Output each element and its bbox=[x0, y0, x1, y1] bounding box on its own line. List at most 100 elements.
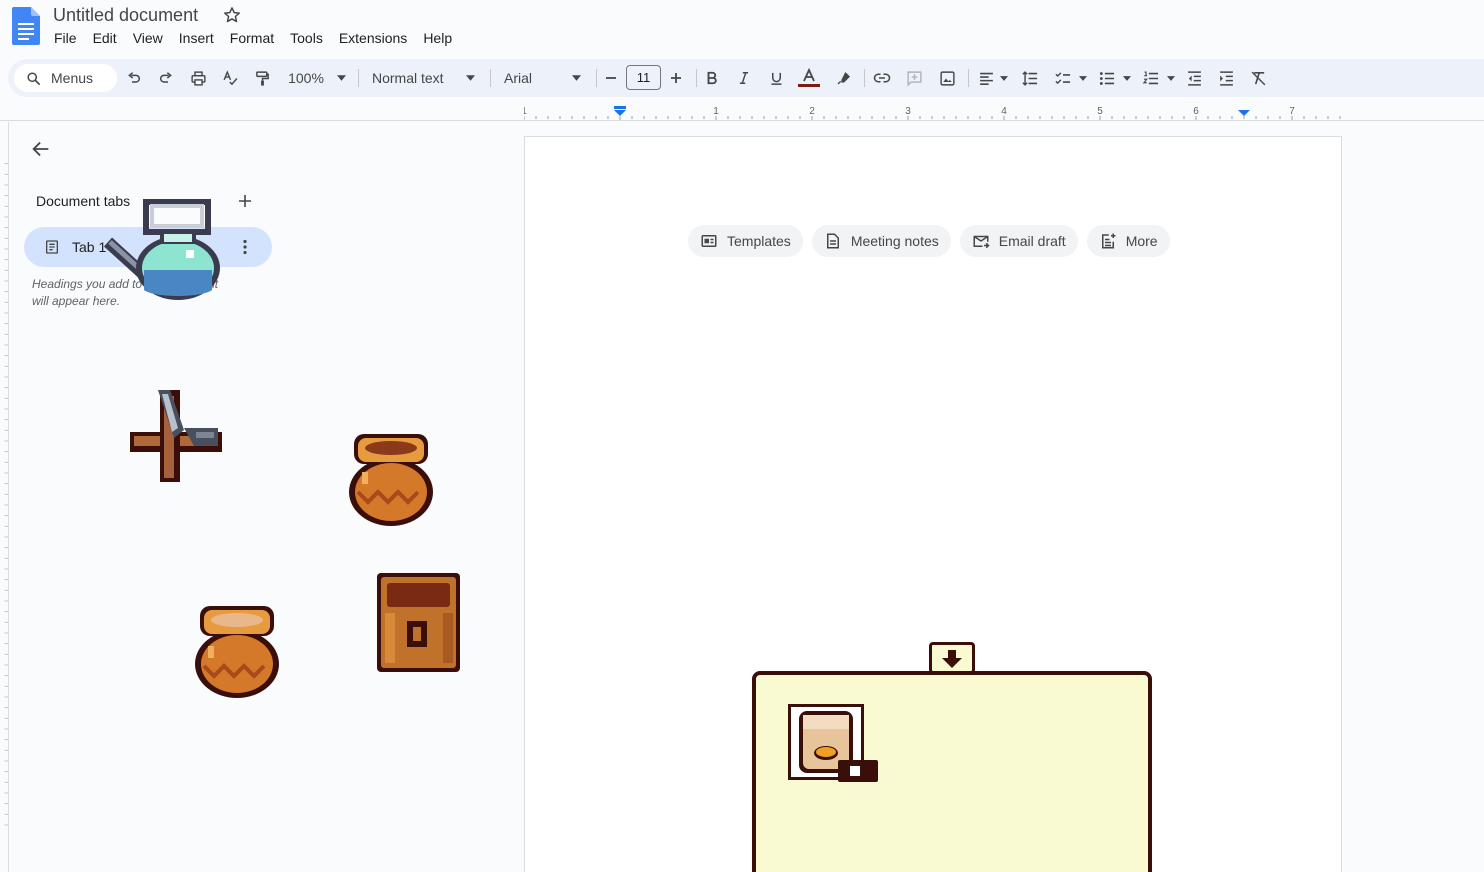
left-indent-marker bbox=[614, 110, 626, 116]
add-comment-button[interactable] bbox=[904, 59, 924, 97]
vertical-ruler[interactable] bbox=[0, 122, 9, 872]
clear-formatting-button[interactable] bbox=[1248, 59, 1268, 97]
templates-chip-label: Templates bbox=[727, 233, 791, 249]
caret-down-icon bbox=[1123, 75, 1131, 81]
checklist-dropdown-button[interactable] bbox=[1077, 59, 1089, 97]
underline-button[interactable] bbox=[766, 59, 786, 97]
spellcheck-button[interactable] bbox=[220, 59, 240, 97]
clay-pot-sprite[interactable] bbox=[194, 604, 280, 700]
caret-down-icon bbox=[465, 75, 475, 81]
insert-link-button[interactable] bbox=[872, 59, 892, 97]
clay-pot-sprite[interactable] bbox=[348, 432, 434, 528]
italic-icon bbox=[739, 72, 749, 84]
print-icon bbox=[190, 70, 206, 86]
toolbar: Menus 100% Normal text Arial 11 bbox=[8, 59, 1484, 97]
caret-down-icon bbox=[336, 75, 346, 81]
redo-button[interactable] bbox=[156, 59, 176, 97]
more-chip[interactable]: More bbox=[1086, 225, 1170, 257]
menu-bar: File Edit View Insert Format Tools Exten… bbox=[46, 28, 460, 48]
font-family-select[interactable]: Arial bbox=[504, 59, 544, 97]
increase-indent-button[interactable] bbox=[1216, 59, 1236, 97]
underline-icon bbox=[771, 72, 781, 85]
decrease-indent-button[interactable] bbox=[1184, 59, 1204, 97]
line-spacing-button[interactable] bbox=[1020, 59, 1040, 97]
caret-down-icon bbox=[1167, 75, 1175, 81]
ruler-border bbox=[0, 120, 1484, 121]
toolbar-divider bbox=[358, 69, 359, 87]
highlight-color-button[interactable] bbox=[834, 59, 854, 97]
line-spacing-icon bbox=[1022, 70, 1038, 86]
ruler-label: 1 bbox=[713, 106, 719, 117]
zoom-dropdown-button[interactable] bbox=[334, 59, 348, 97]
back-arrow-icon[interactable] bbox=[30, 138, 52, 160]
font-size-input[interactable]: 11 bbox=[626, 65, 661, 90]
document-title[interactable]: Untitled document bbox=[53, 5, 198, 26]
align-button[interactable] bbox=[976, 59, 996, 97]
document-icon bbox=[826, 233, 839, 249]
add-tab-icon[interactable] bbox=[236, 192, 254, 210]
toolbar-divider bbox=[596, 69, 597, 87]
zoom-select[interactable]: 100% bbox=[286, 59, 326, 97]
paragraph-style-select[interactable]: Normal text bbox=[372, 59, 452, 97]
ruler-label: 5 bbox=[1097, 106, 1103, 117]
caret-down-icon bbox=[1079, 75, 1087, 81]
link-icon bbox=[873, 73, 891, 83]
docs-logo-icon[interactable] bbox=[12, 7, 40, 45]
star-icon[interactable] bbox=[222, 5, 242, 25]
building-block-chips: Templates Meeting notes Email draft More bbox=[688, 225, 1170, 257]
watering-can-sprite[interactable] bbox=[102, 198, 224, 304]
ruler-label: 4 bbox=[1001, 106, 1007, 117]
horizontal-ruler[interactable]: 1 1 2 3 4 5 6 7 bbox=[524, 102, 1342, 120]
bold-button[interactable] bbox=[702, 59, 722, 97]
decrease-font-size-button[interactable] bbox=[603, 59, 619, 97]
increase-font-size-button[interactable] bbox=[668, 59, 684, 97]
text-color-button[interactable] bbox=[797, 59, 821, 97]
text-color-icon bbox=[798, 68, 820, 87]
document-icon bbox=[46, 240, 58, 254]
menu-edit[interactable]: Edit bbox=[85, 28, 125, 48]
bulleted-list-icon bbox=[1099, 71, 1115, 85]
more-vert-icon[interactable] bbox=[236, 238, 254, 256]
undo-icon bbox=[128, 72, 140, 83]
menu-extensions[interactable]: Extensions bbox=[331, 28, 415, 48]
undo-button[interactable] bbox=[124, 59, 144, 97]
insert-image-button[interactable] bbox=[937, 59, 957, 97]
bulleted-list-dropdown-button[interactable] bbox=[1121, 59, 1133, 97]
meeting-notes-chip[interactable]: Meeting notes bbox=[811, 225, 951, 257]
italic-button[interactable] bbox=[734, 59, 754, 97]
menus-search-button[interactable]: Menus bbox=[14, 64, 117, 92]
menu-help[interactable]: Help bbox=[415, 28, 460, 48]
email-draft-chip[interactable]: Email draft bbox=[959, 225, 1078, 257]
caret-down-icon bbox=[1000, 75, 1008, 81]
paint-format-button[interactable] bbox=[252, 59, 272, 97]
spellcheck-icon bbox=[222, 69, 237, 85]
menus-search-label: Menus bbox=[51, 70, 94, 86]
font-dropdown-button[interactable] bbox=[569, 59, 583, 97]
paint-format-icon bbox=[255, 70, 269, 86]
minus-icon bbox=[606, 77, 616, 79]
wooden-crate-sprite[interactable] bbox=[377, 573, 460, 672]
meeting-notes-chip-label: Meeting notes bbox=[850, 233, 939, 249]
align-dropdown-button[interactable] bbox=[998, 59, 1010, 97]
pickaxe-sprite[interactable] bbox=[128, 388, 224, 484]
menu-insert[interactable]: Insert bbox=[171, 28, 222, 48]
email-icon bbox=[973, 235, 990, 249]
more-chip-label: More bbox=[1125, 233, 1158, 249]
bulleted-list-button[interactable] bbox=[1096, 59, 1118, 97]
checklist-button[interactable] bbox=[1052, 59, 1074, 97]
search-icon bbox=[27, 71, 40, 85]
menu-format[interactable]: Format bbox=[222, 28, 282, 48]
decrease-indent-icon bbox=[1187, 70, 1201, 86]
menu-view[interactable]: View bbox=[125, 28, 171, 48]
toolbar-divider bbox=[864, 69, 865, 87]
numbered-list-button[interactable] bbox=[1140, 59, 1162, 97]
menu-file[interactable]: File bbox=[46, 28, 85, 48]
menu-tools[interactable]: Tools bbox=[282, 28, 331, 48]
print-button[interactable] bbox=[188, 59, 208, 97]
style-dropdown-button[interactable] bbox=[463, 59, 477, 97]
inventory-collapse-tab[interactable] bbox=[929, 642, 975, 674]
toolbar-divider bbox=[490, 69, 491, 87]
numbered-list-dropdown-button[interactable] bbox=[1165, 59, 1177, 97]
templates-chip[interactable]: Templates bbox=[688, 225, 803, 257]
more-doc-icon bbox=[1101, 233, 1116, 249]
